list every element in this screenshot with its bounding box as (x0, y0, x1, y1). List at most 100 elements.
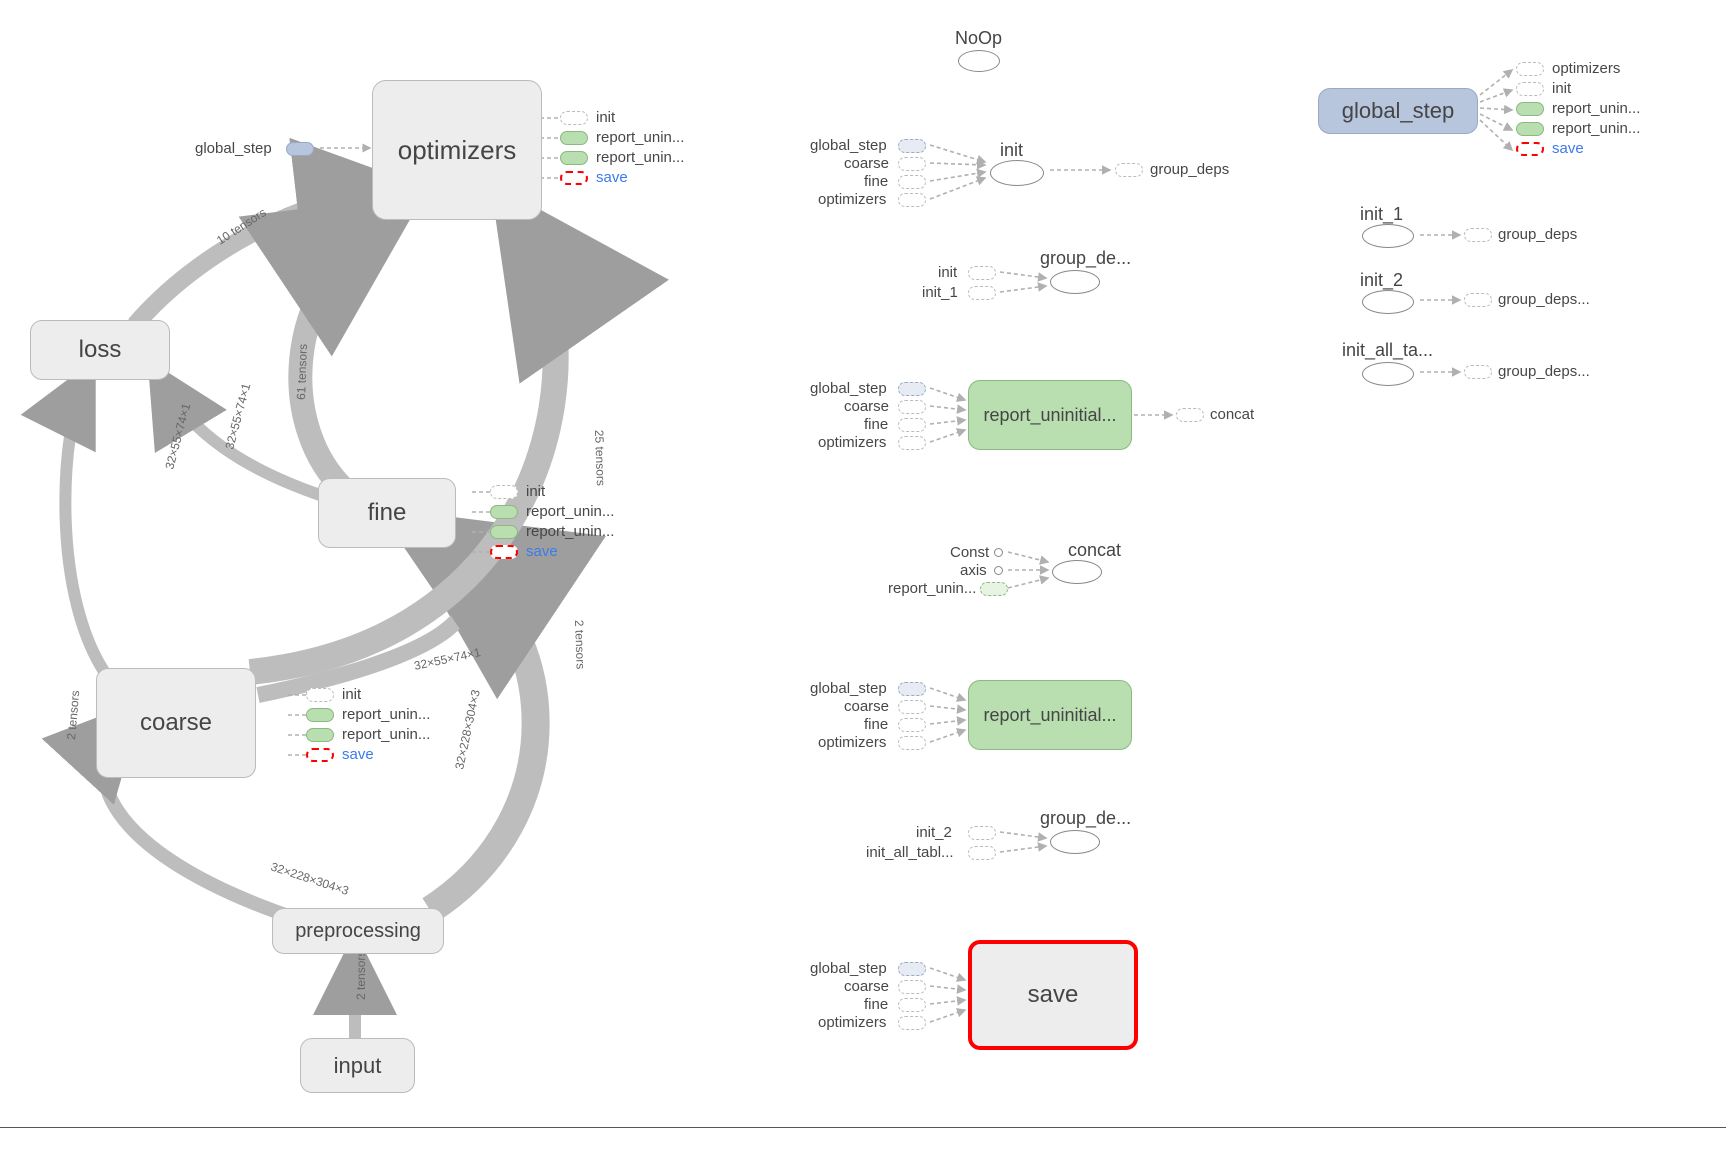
node-coarse-label: coarse (140, 709, 212, 737)
chip-gs-out-ru1[interactable] (1516, 102, 1544, 116)
chip-coarse-ru1[interactable] (306, 708, 334, 722)
label-gs-out-save[interactable]: save (1552, 140, 1584, 157)
chip-initall-out[interactable] (1464, 365, 1492, 379)
chip-save-coarse[interactable] (898, 980, 926, 994)
op-group-de2[interactable] (1050, 830, 1100, 854)
label-r1-coarse: coarse (844, 398, 889, 415)
node-input[interactable]: input (300, 1038, 415, 1093)
chip-fine-ru2[interactable] (490, 525, 518, 539)
chip-save-fine[interactable] (898, 998, 926, 1012)
chip-init-gs[interactable] (898, 139, 926, 153)
chip-init-fine[interactable] (898, 175, 926, 189)
chip-r2-opt[interactable] (898, 736, 926, 750)
edge-text: 32×55×74×1 (222, 381, 253, 450)
chip-init-out[interactable] (1115, 163, 1143, 177)
port-label-init: init (596, 109, 615, 126)
chip-coarse-save[interactable] (306, 748, 334, 762)
node-report2[interactable]: report_uninitial... (968, 680, 1132, 750)
label-gs-out-ru1: report_unin... (1552, 100, 1640, 117)
chip-init-opt[interactable] (898, 193, 926, 207)
chip-save-gs[interactable] (898, 962, 926, 976)
edge-text: 32×55×74×1 (162, 401, 193, 470)
dot-const[interactable] (994, 548, 1003, 557)
chip-r1-coarse[interactable] (898, 400, 926, 414)
label-save-fine: fine (864, 996, 888, 1013)
label-r2-opt: optimizers (818, 734, 886, 751)
edge-fine-optimizers (300, 220, 385, 490)
label-initall-out: group_deps... (1498, 363, 1590, 380)
node-loss-label: loss (79, 336, 122, 364)
label-gd2-title: group_de... (1040, 808, 1131, 829)
chip-global-step[interactable] (286, 142, 314, 156)
port-label-fine-ru1: report_unin... (526, 503, 614, 520)
chip-r2-gs[interactable] (898, 682, 926, 696)
label-concat-title: concat (1068, 540, 1121, 561)
chip-r1-fine[interactable] (898, 418, 926, 432)
chip-r1-gs[interactable] (898, 382, 926, 396)
chip-gs-out-opt[interactable] (1516, 62, 1544, 76)
op-init2[interactable] (1362, 290, 1414, 314)
label-init-opt: optimizers (818, 191, 886, 208)
chip-r2-fine[interactable] (898, 718, 926, 732)
port-label-ru1: report_unin... (596, 129, 684, 146)
op-concat[interactable] (1052, 560, 1102, 584)
label-gd2-initall: init_all_tabl... (866, 844, 954, 861)
chip-init2-out[interactable] (1464, 293, 1492, 307)
op-init[interactable] (990, 160, 1044, 186)
op-init1[interactable] (1362, 224, 1414, 248)
node-optimizers[interactable]: optimizers (372, 80, 542, 220)
label-concat-const: Const (950, 544, 989, 561)
chip-gd2-init2[interactable] (968, 826, 996, 840)
chip-gs-out-ru2[interactable] (1516, 122, 1544, 136)
chip-r2-coarse[interactable] (898, 700, 926, 714)
port-label-coarse-save[interactable]: save (342, 746, 374, 763)
chip-coarse-ru2[interactable] (306, 728, 334, 742)
label-gs-out-ru2: report_unin... (1552, 120, 1640, 137)
label-init1: init_1 (1360, 204, 1403, 225)
port-label-fine-save[interactable]: save (526, 543, 558, 560)
label-gd-init: init (938, 264, 957, 281)
dot-axis[interactable] (994, 566, 1003, 575)
node-fine[interactable]: fine (318, 478, 456, 548)
label-init-gs: global_step (810, 137, 887, 154)
chip-gs-out-init[interactable] (1516, 82, 1544, 96)
chip-gs-out-save[interactable] (1516, 142, 1544, 156)
label-initall: init_all_ta... (1342, 340, 1433, 361)
chip-report-unin-2[interactable] (560, 151, 588, 165)
chip-fine-init[interactable] (490, 485, 518, 499)
node-report1[interactable]: report_uninitial... (968, 380, 1132, 450)
chip-coarse-init[interactable] (306, 688, 334, 702)
chip-r1-out[interactable] (1176, 408, 1204, 422)
chip-report-unin[interactable] (560, 131, 588, 145)
chip-init1-out[interactable] (1464, 228, 1492, 242)
chip-gd2-initall[interactable] (968, 846, 996, 860)
chip-init-coarse[interactable] (898, 157, 926, 171)
node-preprocessing[interactable]: preprocessing (272, 908, 444, 954)
node-coarse[interactable]: coarse (96, 668, 256, 778)
label-save-gs: global_step (810, 960, 887, 977)
op-noop[interactable] (958, 50, 1000, 72)
chip-fine-ru1[interactable] (490, 505, 518, 519)
op-initall[interactable] (1362, 362, 1414, 386)
node-loss[interactable]: loss (30, 320, 170, 380)
chip-fine-save[interactable] (490, 545, 518, 559)
label-r2-fine: fine (864, 716, 888, 733)
label-gs-out-init: init (1552, 80, 1571, 97)
label-r1-fine: fine (864, 416, 888, 433)
chip-gd-init[interactable] (968, 266, 996, 280)
port-label-save[interactable]: save (596, 169, 628, 186)
label-init2-out: group_deps... (1498, 291, 1590, 308)
chip-save-opt[interactable] (898, 1016, 926, 1030)
node-save[interactable]: save (968, 940, 1138, 1050)
chip-save[interactable] (560, 171, 588, 185)
op-group-de[interactable] (1050, 270, 1100, 294)
label-global-step: global_step (195, 140, 272, 157)
chip-r1-opt[interactable] (898, 436, 926, 450)
node-preprocessing-label: preprocessing (295, 920, 421, 943)
port-label-fine-init: init (526, 483, 545, 500)
node-global-step[interactable]: global_step (1318, 88, 1478, 134)
edge-text: 25 tensors (592, 430, 608, 487)
chip-gd-init1[interactable] (968, 286, 996, 300)
chip-concat-report[interactable] (980, 582, 1008, 596)
chip-init[interactable] (560, 111, 588, 125)
